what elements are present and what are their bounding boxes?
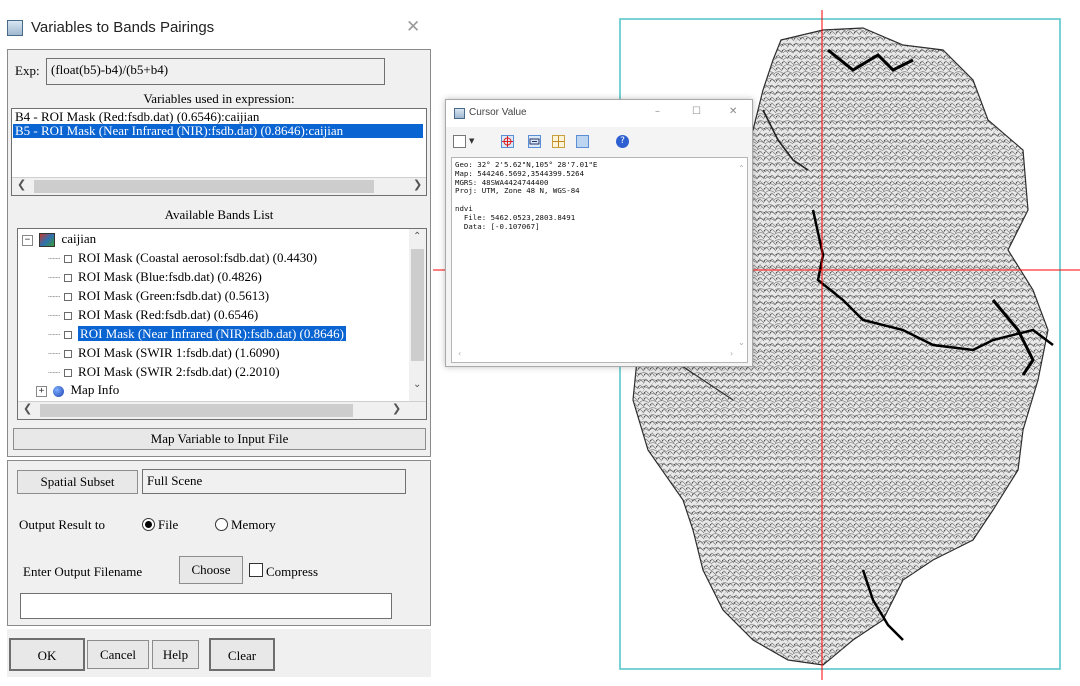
memory-radio[interactable] [215,518,228,531]
band-item[interactable]: ┈┈ ROI Mask (SWIR 2:fsdb.dat) (2.2010) [48,363,280,381]
exp-label: Exp: [15,63,40,78]
maximize-icon[interactable]: ☐ [692,106,701,117]
bands-hscrollbar[interactable]: ❮ ❯ [18,401,426,419]
app-icon [454,108,465,119]
output-filename-input[interactable] [20,593,392,619]
scroll-left-icon[interactable]: ❮ [17,178,26,191]
variables-list[interactable]: B4 - ROI Mask (Red:fsdb.dat) (0.6546):ca… [11,108,427,196]
close-icon[interactable]: ✕ [406,17,420,37]
bands-vscrollbar[interactable]: ⌃ ⌄ [409,229,426,401]
scroll-thumb[interactable] [34,180,374,193]
tree-map-info[interactable]: + Map Info [36,381,119,399]
choose-button[interactable]: Choose [179,556,243,584]
app-icon [7,20,23,36]
scroll-right-icon[interactable]: › [730,349,733,358]
output-filename-label: Enter Output Filename [23,564,143,579]
band-icon [64,311,73,320]
expression-field[interactable]: (float(b5)-b4)/(b5+b4) [46,58,385,85]
expression-panel: Exp: (float(b5)-b4)/(b5+b4) Variables us… [7,49,431,457]
output-panel: Spatial Subset Full Scene Output Result … [7,460,431,626]
band-icon [64,292,73,301]
scroll-right-icon[interactable]: ❯ [392,402,401,415]
band-item[interactable]: ┈┈ ROI Mask (Coastal aerosol:fsdb.dat) (0… [48,249,317,267]
button-bar: OK Cancel Help Clear [7,629,431,677]
cursor-title-bar[interactable]: Cursor Value – ☐ ✕ [446,100,752,127]
raster-file-icon [39,233,56,248]
cancel-button[interactable]: Cancel [87,640,149,669]
band-icon [64,330,73,339]
help-icon[interactable]: ? [616,135,629,148]
grid-icon[interactable] [552,135,565,148]
clear-button[interactable]: Clear [209,638,275,671]
band-label: ROI Mask (Coastal aerosol:fsdb.dat) (0.4… [78,250,318,265]
minimize-icon[interactable]: – [655,106,660,117]
compress-label[interactable]: Compress [266,564,318,580]
scroll-up-icon[interactable]: ⌃ [738,164,745,173]
copy-icon[interactable] [453,135,466,148]
scroll-up-icon[interactable]: ⌃ [413,231,421,242]
band-icon [64,368,73,377]
band-label: ROI Mask (SWIR 1:fsdb.dat) (1.6090) [78,345,280,360]
band-item[interactable]: ┈┈ ROI Mask (Blue:fsdb.dat) (0.4826) [48,268,262,286]
cursor-value-window[interactable]: Cursor Value – ☐ ✕ ▼ ? Geo: 32° 2'5.62"N… [445,99,753,367]
cursor-toolbar: ▼ ? [446,128,752,154]
output-label: Output Result to [19,517,105,532]
cursor-value-text: Geo: 32° 2'5.62"N,105° 28'7.01"E Map: 54… [451,157,748,363]
cursor-window-title: Cursor Value [469,107,527,118]
scroll-left-icon[interactable]: ‹ [458,349,461,358]
band-item[interactable]: ┈┈ ROI Mask (SWIR 1:fsdb.dat) (1.6090) [48,344,280,362]
close-icon[interactable]: ✕ [729,106,737,117]
variable-item-b5[interactable]: B5 - ROI Mask (Near Infrared (NIR):fsdb.… [13,124,423,138]
globe-icon [53,385,65,397]
scroll-thumb[interactable] [40,404,353,417]
crosshair-icon[interactable] [501,135,514,148]
cursor-value-lines: Geo: 32° 2'5.62"N,105° 28'7.01"E Map: 54… [455,160,598,231]
tree-root-label: caijian [61,231,97,246]
layers-icon[interactable] [576,135,589,148]
bands-tree[interactable]: − caijian ┈┈ ROI Mask (Coastal aerosol:fs… [17,228,427,420]
variables-label: Variables used in expression: [143,91,295,106]
band-item[interactable]: ┈┈ ROI Mask (Green:fsdb.dat) (0.5613) [48,287,269,305]
memory-radio-label[interactable]: Memory [231,517,276,533]
link-icon[interactable] [528,135,541,148]
spatial-subset-field: Full Scene [142,469,406,494]
variable-item-b4[interactable]: B4 - ROI Mask (Red:fsdb.dat) (0.6546):ca… [13,110,423,124]
compress-checkbox[interactable] [249,563,263,577]
file-radio[interactable] [142,518,155,531]
band-item[interactable]: ┈┈ ROI Mask (Red:fsdb.dat) (0.6546) [48,306,258,324]
scroll-down-icon[interactable]: ⌄ [738,338,745,347]
scroll-down-icon[interactable]: ⌄ [413,379,421,390]
collapse-icon[interactable]: − [22,234,33,246]
help-button[interactable]: Help [152,640,199,669]
band-label: ROI Mask (Green:fsdb.dat) (0.5613) [78,288,270,303]
band-icon [64,349,73,358]
variables-hscrollbar[interactable]: ❮ ❯ [12,177,426,195]
band-label: ROI Mask (Red:fsdb.dat) (0.6546) [78,307,259,322]
band-label: ROI Mask (Near Infrared (NIR):fsdb.dat) … [78,326,346,341]
expand-icon[interactable]: + [36,385,47,397]
spatial-subset-button[interactable]: Spatial Subset [17,470,138,494]
band-math-dialog: Variables to Bands Pairings ✕ Exp: (floa… [0,0,433,686]
scroll-left-icon[interactable]: ❮ [23,402,32,415]
scroll-right-icon[interactable]: ❯ [413,178,422,191]
band-item-selected[interactable]: ┈┈ ROI Mask (Near Infrared (NIR):fsdb.dat… [48,325,346,343]
dialog-title: Variables to Bands Pairings [31,19,215,36]
bands-list-label: Available Bands List [164,207,274,222]
scroll-thumb[interactable] [411,249,424,361]
map-variable-button[interactable]: Map Variable to Input File [13,428,426,450]
dropdown-arrow-icon[interactable]: ▼ [469,137,474,145]
band-label: ROI Mask (Blue:fsdb.dat) (0.4826) [78,269,262,284]
tree-root-caijian[interactable]: − caijian [22,230,96,248]
map-info-label: Map Info [70,382,120,397]
dialog-title-bar: Variables to Bands Pairings ✕ [0,0,433,44]
band-icon [64,254,73,263]
band-label: ROI Mask (SWIR 2:fsdb.dat) (2.2010) [78,364,280,379]
band-icon [64,273,73,282]
ok-button[interactable]: OK [9,638,85,671]
file-radio-label[interactable]: File [158,517,178,533]
